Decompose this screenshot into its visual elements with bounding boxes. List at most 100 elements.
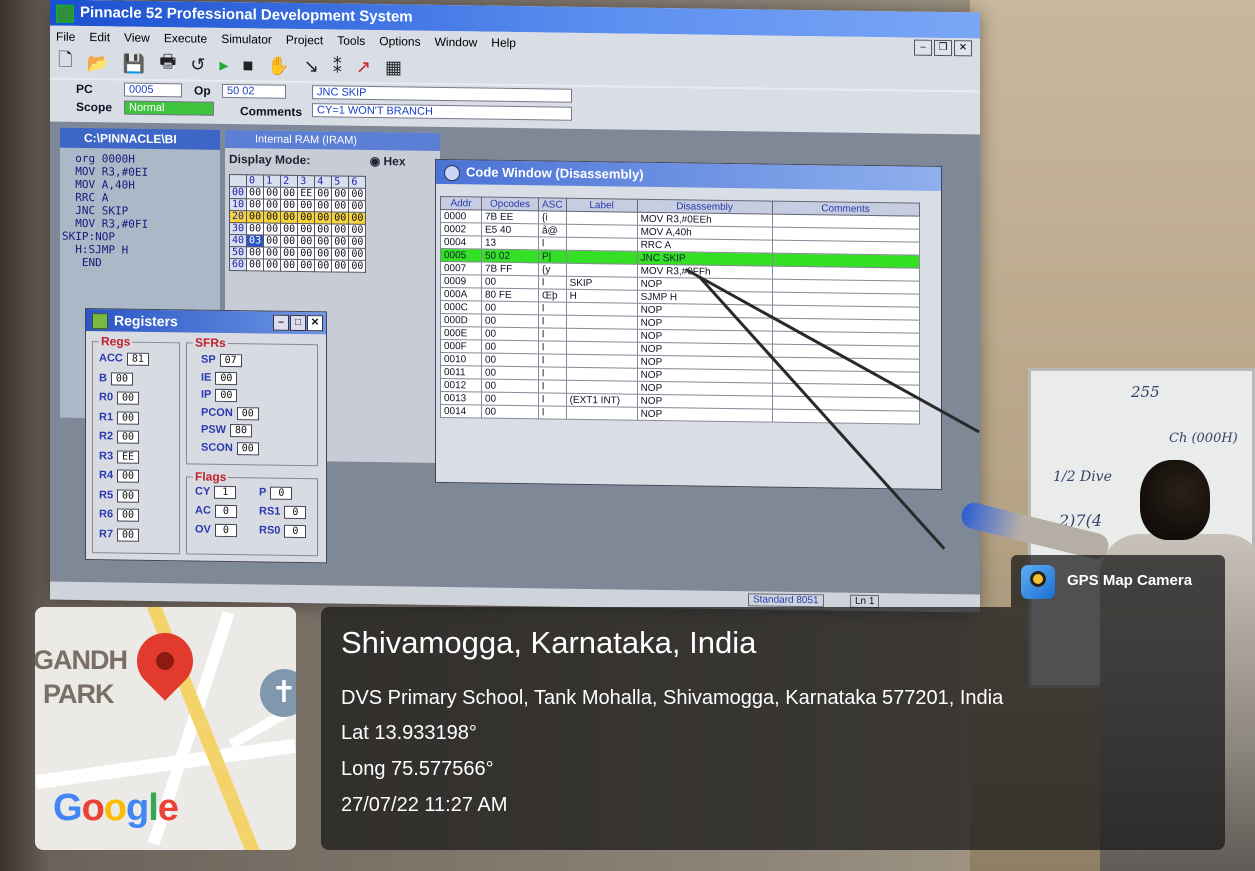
close-icon[interactable]: ✕	[954, 40, 972, 57]
code-window[interactable]: Code Window (Disassembly) Addr Opcodes A…	[435, 158, 942, 490]
menu-view[interactable]: View	[124, 27, 150, 49]
register-value[interactable]: 0	[214, 504, 237, 519]
ram-cell[interactable]: 00	[280, 223, 298, 236]
col-asc[interactable]: ASC	[538, 197, 567, 212]
register-value[interactable]: 81	[126, 352, 149, 366]
ram-cell[interactable]: 00	[348, 212, 366, 225]
code-window-titlebar[interactable]: Code Window (Disassembly)	[436, 159, 941, 191]
menu-edit[interactable]: Edit	[89, 26, 110, 48]
source-code[interactable]: org 0000H MOV R3,#0EI MOV A,40H RRC A JN…	[60, 148, 220, 275]
register-value[interactable]: 00	[215, 371, 238, 385]
ram-cell[interactable]: 00	[297, 199, 315, 212]
register-value[interactable]: 00	[110, 371, 133, 386]
ram-cell[interactable]: 00	[263, 186, 281, 200]
menu-project[interactable]: Project	[286, 29, 323, 52]
register-value[interactable]: 00	[117, 488, 140, 503]
scope-field[interactable]: Normal	[124, 100, 214, 116]
hex-radio[interactable]: ◉ Hex	[370, 154, 406, 169]
col-opcodes[interactable]: Opcodes	[481, 197, 539, 211]
ram-cell[interactable]: 00	[314, 235, 332, 248]
ram-cell[interactable]: 00	[331, 259, 349, 273]
register-value[interactable]: 00	[117, 508, 140, 522]
ram-cell[interactable]: 00	[246, 246, 264, 259]
menu-simulator[interactable]: Simulator	[221, 28, 272, 51]
registers-window[interactable]: Registers – □ ✕ Regs ACC 81 B 00 R0 00 R1 00 R2 0…	[85, 307, 327, 564]
ram-cell[interactable]: 00	[348, 260, 366, 273]
ram-cell[interactable]: 00	[348, 248, 366, 261]
menu-file[interactable]: File	[56, 26, 75, 48]
source-window-titlebar[interactable]: C:\PINNACLE\BI	[60, 127, 220, 150]
ram-cell[interactable]: 00	[314, 259, 332, 272]
hand-icon[interactable]: ✋	[267, 55, 289, 76]
print-icon[interactable]: 🖶	[159, 49, 176, 79]
ram-cell[interactable]: 00	[314, 187, 332, 200]
menu-window[interactable]: Window	[435, 31, 478, 54]
trace-icon[interactable]: ↗	[356, 56, 371, 77]
ram-cell[interactable]: 00	[263, 246, 281, 260]
run-icon[interactable]: ▸	[219, 54, 228, 75]
menu-tools[interactable]: Tools	[337, 30, 365, 52]
ram-cell[interactable]: 00	[348, 236, 366, 249]
register-value[interactable]: 0	[284, 505, 307, 520]
save-icon[interactable]: 💾	[123, 53, 145, 74]
register-value[interactable]: 00	[117, 527, 140, 542]
ram-cell[interactable]: 00	[331, 187, 349, 201]
ram-cell[interactable]: 00	[314, 223, 332, 236]
instruction-field[interactable]: JNC SKIP	[312, 85, 572, 103]
close-icon[interactable]: ✕	[307, 315, 323, 332]
register-value[interactable]: 00	[236, 406, 259, 420]
chart-icon[interactable]: ▦	[385, 57, 402, 78]
ram-cell[interactable]: 00	[263, 210, 281, 224]
minimize-icon[interactable]: –	[914, 39, 932, 56]
pc-field[interactable]: 0005	[124, 82, 182, 98]
ram-cell[interactable]: 00	[246, 186, 264, 199]
minimize-icon[interactable]: –	[273, 314, 289, 331]
register-value[interactable]: 0	[214, 523, 237, 538]
ram-cell[interactable]: 00	[297, 247, 315, 260]
ram-cell[interactable]: 03	[246, 234, 264, 247]
ram-cell[interactable]: 00	[331, 211, 349, 225]
maximize-icon[interactable]: □	[290, 314, 306, 332]
ram-cell[interactable]: 00	[263, 222, 281, 236]
register-value[interactable]: 00	[117, 391, 140, 405]
col-label[interactable]: Label	[566, 198, 638, 213]
ram-cell[interactable]: 00	[280, 187, 298, 200]
col-addr[interactable]: Addr	[440, 196, 482, 211]
ram-cell[interactable]: 00	[280, 259, 298, 272]
ram-cell[interactable]: 00	[331, 247, 349, 261]
comments-field[interactable]: CY=1 WON'T BRANCH	[312, 103, 572, 121]
ram-cell[interactable]: 00	[280, 247, 298, 260]
ram-cell[interactable]: 00	[348, 188, 366, 201]
register-value[interactable]: 00	[117, 469, 140, 483]
ram-cell[interactable]: 00	[297, 259, 315, 272]
register-value[interactable]: 0	[270, 486, 293, 500]
register-value[interactable]: 00	[215, 388, 238, 403]
register-value[interactable]: 07	[219, 353, 242, 368]
ram-cell[interactable]: 00	[348, 200, 366, 213]
ram-cell[interactable]: 00	[246, 210, 264, 223]
ram-cell[interactable]: 00	[314, 199, 332, 212]
ram-cell[interactable]: 00	[331, 235, 349, 249]
registers-titlebar[interactable]: Registers – □ ✕	[86, 309, 326, 335]
ram-cell[interactable]: 00	[331, 199, 349, 213]
ram-cell[interactable]: 00	[331, 223, 349, 237]
new-file-icon[interactable]: 🗋	[58, 48, 72, 78]
ram-cell[interactable]: 00	[348, 224, 366, 237]
ram-cell[interactable]: 00	[297, 235, 315, 248]
reset-icon[interactable]: ↺	[190, 54, 205, 75]
open-folder-icon[interactable]: 📂	[86, 53, 108, 74]
stop-icon[interactable]: ■	[242, 55, 253, 76]
ram-cell[interactable]: 00	[263, 234, 281, 248]
ram-cell[interactable]: 00	[280, 211, 298, 224]
op-field[interactable]: 50 02	[222, 83, 286, 99]
restore-icon[interactable]: ❐	[934, 39, 952, 57]
ram-cell[interactable]: 00	[246, 198, 264, 211]
menu-options[interactable]: Options	[379, 30, 420, 53]
ram-cell[interactable]: 00	[297, 223, 315, 236]
ram-cell[interactable]: 00	[263, 198, 281, 212]
menu-execute[interactable]: Execute	[164, 27, 207, 50]
register-value[interactable]: 00	[117, 430, 140, 444]
menu-help[interactable]: Help	[491, 32, 516, 54]
register-value[interactable]: 00	[236, 441, 259, 455]
register-value[interactable]: 0	[284, 524, 307, 539]
